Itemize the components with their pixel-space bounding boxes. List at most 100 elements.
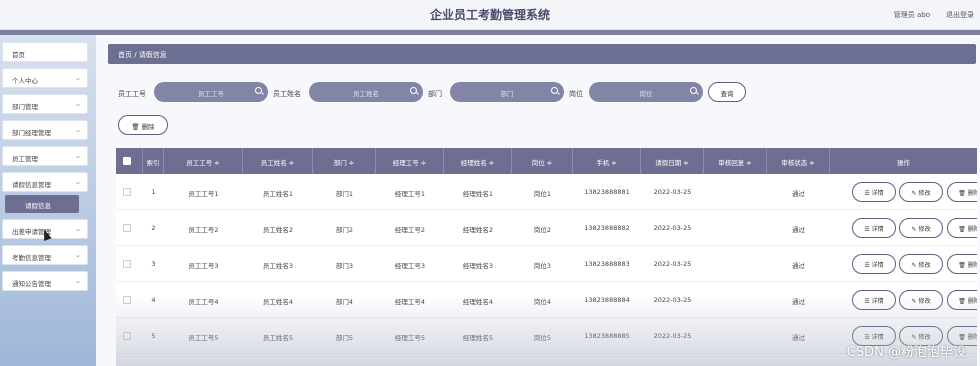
cell-date: 2022-03-25 bbox=[653, 260, 692, 268]
cell-status: 通过 bbox=[792, 298, 805, 306]
detail-button[interactable]: ☰ 详情 bbox=[852, 290, 896, 310]
chevron-down-icon: ⌄ bbox=[74, 100, 82, 108]
search-icon bbox=[410, 87, 417, 94]
sidebar-item-label: 请假信息管理 bbox=[12, 181, 51, 189]
cell-mgr-no: 经理工号5 bbox=[394, 334, 426, 342]
trash-icon: 🗑 bbox=[131, 123, 142, 131]
col-header-date[interactable]: 请假日期 ≑ bbox=[641, 148, 704, 174]
cell-dept: 部门5 bbox=[335, 334, 354, 342]
sidebar-item-label: 个人中心 bbox=[12, 77, 38, 85]
sidebar-item-profile[interactable]: 个人中心 ⌄ bbox=[2, 68, 88, 88]
select-all-cell[interactable] bbox=[116, 148, 143, 174]
sidebar-item-notice[interactable]: 通知公告管理 ⌄ bbox=[2, 271, 88, 291]
main-content: 首页 / 请假信息 员工工号 员工工号 员工姓名 员工姓名 部门 部门 岗位 岗… bbox=[96, 35, 980, 366]
filter-label-emp-name: 员工姓名 bbox=[273, 90, 301, 98]
sidebar-item-attendance[interactable]: 考勤信息管理 ⌄ bbox=[2, 245, 88, 265]
cell-mgr-no: 经理工号2 bbox=[394, 226, 426, 234]
filter-label-dept: 部门 bbox=[428, 90, 442, 98]
col-header-status[interactable]: 审核状态 ≑ bbox=[767, 148, 830, 174]
sidebar-item-label: 考勤信息管理 bbox=[12, 254, 51, 262]
chevron-down-icon: ⌄ bbox=[74, 126, 82, 134]
cell-emp-no: 员工工号5 bbox=[188, 334, 219, 342]
col-header-reply[interactable]: 审核回复 ≑ bbox=[704, 148, 767, 174]
delete-button[interactable]: 🗑 删除 bbox=[947, 182, 977, 202]
sidebar-item-label: 员工管理 bbox=[12, 155, 38, 163]
cell-dept: 部门1 bbox=[335, 190, 354, 198]
search-icon bbox=[551, 87, 558, 94]
emp-no-input[interactable]: 员工工号 bbox=[154, 82, 268, 102]
col-header-post[interactable]: 岗位 ≑ bbox=[512, 148, 573, 174]
sidebar-item-department[interactable]: 部门管理 ⌄ bbox=[2, 94, 88, 114]
detail-button[interactable]: ☰ 详情 bbox=[852, 254, 896, 274]
cell-status: 通过 bbox=[792, 226, 805, 234]
details-icon: ☰ bbox=[864, 226, 872, 233]
col-header-emp-name[interactable]: 员工姓名 ≑ bbox=[243, 148, 313, 174]
sidebar-item-leave[interactable]: 请假信息管理 ⌄ bbox=[2, 172, 88, 192]
sidebar-item-employee[interactable]: 员工管理 ⌄ bbox=[2, 146, 88, 166]
col-header-dept[interactable]: 部门 ≑ bbox=[313, 148, 376, 174]
filter-label-post: 岗位 bbox=[569, 90, 583, 98]
col-header-mgr-no[interactable]: 经理工号 ≑ bbox=[376, 148, 444, 174]
sidebar: 首页 个人中心 ⌄ 部门管理 ⌄ 部门经理管理 ⌄ 员工管理 ⌄ 请假信息管理 ⌄ 请假信… bbox=[0, 35, 96, 366]
cell-emp-name: 员工姓名5 bbox=[262, 334, 294, 342]
select-all-checkbox[interactable] bbox=[123, 157, 131, 165]
batch-delete-button[interactable]: 🗑 删除 bbox=[118, 115, 168, 135]
edit-button[interactable]: ✎ 修改 bbox=[899, 290, 943, 310]
cell-mgr-name: 经理姓名4 bbox=[462, 298, 494, 306]
chevron-down-icon: ⌄ bbox=[74, 225, 82, 233]
sidebar-item-home[interactable]: 首页 bbox=[2, 42, 88, 62]
cell-post: 岗位5 bbox=[533, 334, 552, 342]
emp-name-input[interactable]: 员工姓名 bbox=[309, 82, 423, 102]
col-header-emp-no[interactable]: 员工工号 ≑ bbox=[164, 148, 243, 174]
row-checkbox[interactable] bbox=[123, 188, 131, 196]
top-bar: 企业员工考勤管理系统 管理员 abo 退出登录 bbox=[0, 0, 980, 30]
details-icon: ☰ bbox=[864, 262, 872, 269]
cell-status: 通过 bbox=[792, 334, 805, 342]
row-checkbox[interactable] bbox=[123, 296, 131, 304]
sidebar-item-label: 部门管理 bbox=[12, 103, 38, 111]
row-checkbox[interactable] bbox=[123, 260, 131, 268]
cell-emp-no: 员工工号2 bbox=[188, 226, 219, 234]
detail-button[interactable]: ☰ 详情 bbox=[852, 218, 896, 238]
col-header-phone[interactable]: 手机 ≑ bbox=[573, 148, 641, 174]
cell-mgr-name: 经理姓名3 bbox=[462, 262, 494, 270]
row-checkbox[interactable] bbox=[123, 332, 131, 340]
cell-date: 2022-03-25 bbox=[653, 224, 692, 232]
cell-date: 2022-03-25 bbox=[653, 332, 692, 340]
sidebar-item-manager[interactable]: 部门经理管理 ⌄ bbox=[2, 120, 88, 140]
delete-button[interactable]: 🗑 删除 bbox=[947, 290, 977, 310]
query-button[interactable]: 查询 bbox=[708, 82, 746, 102]
logout-link[interactable]: 退出登录 bbox=[946, 10, 974, 20]
cell-mgr-no: 经理工号3 bbox=[394, 262, 426, 270]
trash-icon: 🗑 bbox=[958, 226, 968, 233]
edit-button[interactable]: ✎ 修改 bbox=[899, 254, 943, 274]
edit-button[interactable]: ✎ 修改 bbox=[899, 182, 943, 202]
dept-input[interactable]: 部门 bbox=[450, 82, 564, 102]
chevron-down-icon: ⌄ bbox=[74, 74, 82, 82]
cell-mgr-name: 经理姓名2 bbox=[462, 226, 494, 234]
trash-icon: 🗑 bbox=[958, 334, 968, 341]
col-header-index: 索引 bbox=[143, 148, 164, 174]
cell-phone: 13823888882 bbox=[584, 224, 630, 232]
col-header-mgr-name[interactable]: 经理姓名 ≑ bbox=[444, 148, 512, 174]
cell-post: 岗位4 bbox=[533, 298, 552, 306]
cell-mgr-name: 经理姓名5 bbox=[462, 334, 494, 342]
cell-phone: 13823888885 bbox=[584, 332, 630, 340]
delete-button[interactable]: 🗑 删除 bbox=[947, 218, 977, 238]
cell-emp-no: 员工工号1 bbox=[188, 190, 219, 198]
table-row: 4 员工工号4 员工姓名4 部门4 经理工号4 经理姓名4 岗位4 13823888884 20… bbox=[116, 282, 977, 318]
edit-button[interactable]: ✎ 修改 bbox=[899, 218, 943, 238]
row-checkbox[interactable] bbox=[123, 224, 131, 232]
cell-index: 3 bbox=[151, 260, 156, 268]
cell-reply bbox=[704, 282, 767, 318]
chevron-down-icon: ⌄ bbox=[74, 178, 82, 186]
detail-button[interactable]: ☰ 详情 bbox=[852, 182, 896, 202]
cell-post: 岗位2 bbox=[533, 226, 552, 234]
delete-button[interactable]: 🗑 删除 bbox=[947, 254, 977, 274]
cell-index: 4 bbox=[151, 296, 156, 304]
table-row: 3 员工工号3 员工姓名3 部门3 经理工号3 经理姓名3 岗位3 13823888883 20… bbox=[116, 246, 977, 282]
sidebar-subitem-leave-info[interactable]: 请假信息 bbox=[5, 195, 79, 213]
post-input[interactable]: 岗位 bbox=[589, 82, 703, 102]
cell-dept: 部门3 bbox=[335, 262, 354, 270]
cell-index: 2 bbox=[151, 224, 156, 232]
